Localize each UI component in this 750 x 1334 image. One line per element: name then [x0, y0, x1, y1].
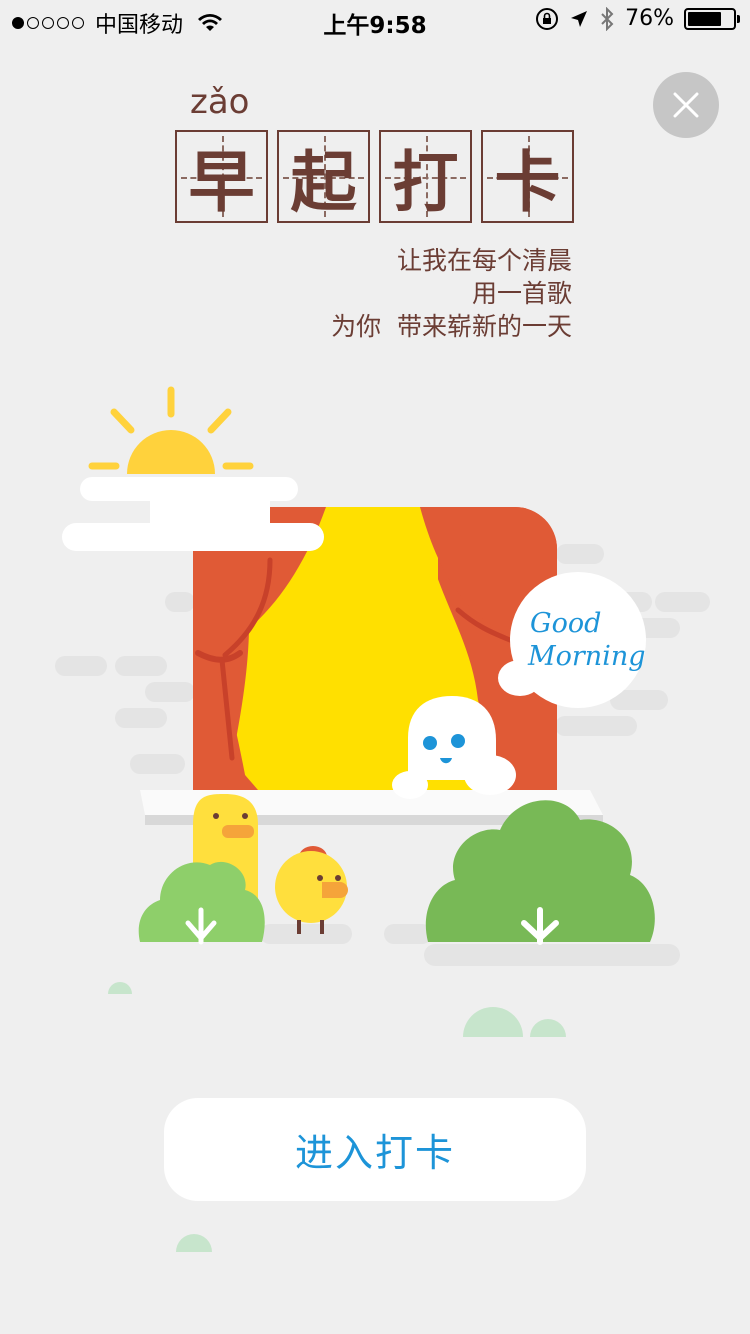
enter-checkin-button[interactable]: 进入打卡: [164, 1098, 586, 1201]
title-char-box: 打: [379, 130, 472, 223]
battery-fill: [688, 11, 722, 26]
title-char: 卡: [494, 143, 561, 221]
morning-illustration: Good Morning: [55, 386, 710, 1037]
title-char: 起: [290, 143, 357, 221]
chick-character: [275, 846, 348, 934]
status-bar: 中国移动 上午9:58 76%: [0, 0, 750, 40]
bluetooth-icon: [601, 6, 614, 31]
title-char: 打: [392, 143, 459, 221]
close-icon: [673, 92, 699, 118]
title-char-box: 起: [277, 130, 370, 223]
battery-percent: 76%: [625, 6, 674, 31]
page-title: 早 起 打 卡: [175, 130, 574, 223]
slogan-text: 让我在每个清晨 用一首歌 为你 带来崭新的一天: [331, 246, 572, 341]
title-pinyin: zǎo: [190, 82, 250, 122]
title-char: 早: [188, 143, 255, 221]
close-button[interactable]: [653, 72, 719, 138]
speech-text-good: Good: [530, 608, 601, 639]
title-char-box: 早: [175, 130, 268, 223]
ground-hills: [108, 982, 566, 1037]
status-right: 76%: [535, 6, 740, 31]
title-char-box: 卡: [481, 130, 574, 223]
speech-text-morning: Morning: [527, 641, 646, 672]
battery-icon: [684, 7, 740, 30]
sun-icon: [88, 386, 254, 474]
lock-rotation-icon: [536, 7, 559, 30]
location-arrow-icon: [571, 10, 588, 27]
ground-hill-small: [176, 1234, 212, 1252]
